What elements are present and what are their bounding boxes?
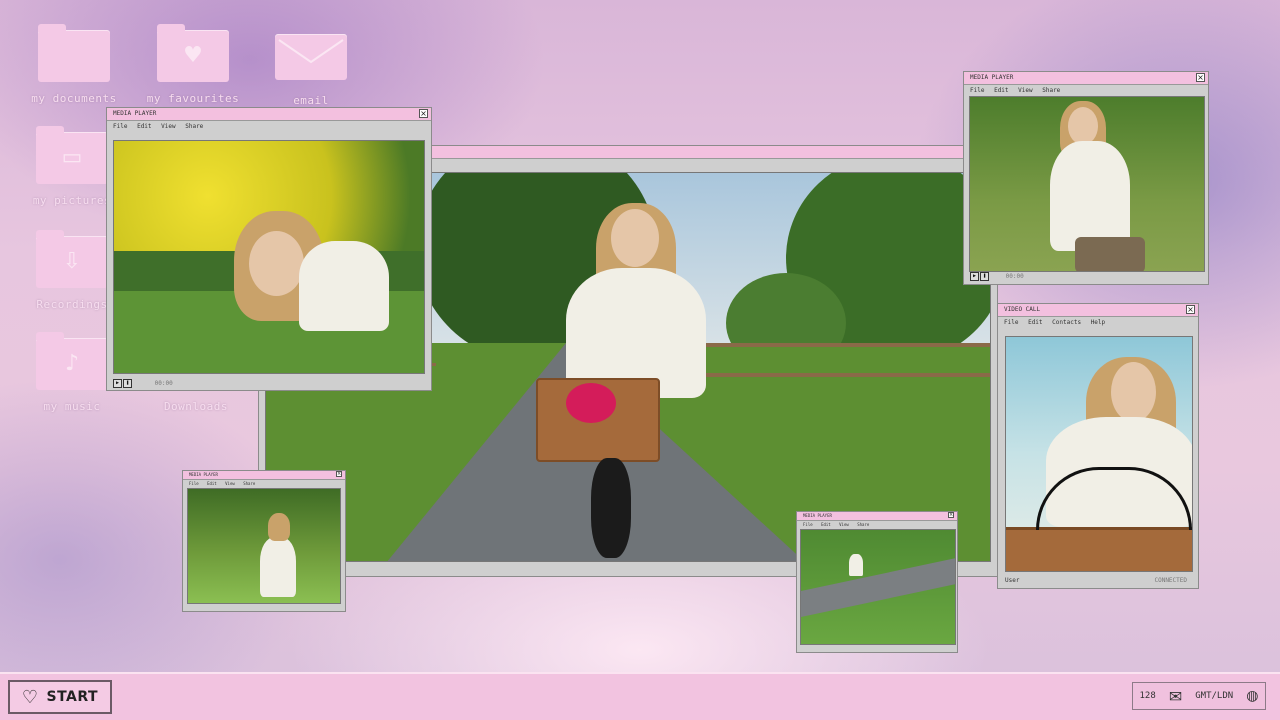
- window-title: VIDEO CALL: [1004, 306, 1041, 313]
- window-title: MEDIA PLAYER: [189, 472, 218, 477]
- notification-count: 128: [1139, 691, 1156, 701]
- face: [1068, 107, 1098, 145]
- call-status-label: CONNECTED: [1154, 577, 1187, 584]
- play-icon[interactable]: ▶: [970, 272, 979, 281]
- pause-icon[interactable]: ❚: [980, 272, 989, 281]
- menu-view[interactable]: View: [225, 481, 235, 486]
- white-dress: [1050, 141, 1130, 251]
- player-controls: ▶ ❚ 00:00: [113, 379, 173, 388]
- ribbon-bow: [566, 383, 616, 423]
- menu-share[interactable]: Share: [185, 123, 203, 130]
- close-button[interactable]: ×: [948, 512, 954, 518]
- menu-file[interactable]: File: [803, 522, 813, 527]
- music-folder-icon: ♪: [36, 332, 108, 390]
- window-titlebar[interactable]: VIDEO CALL ×: [998, 304, 1198, 317]
- menu-contacts[interactable]: Contacts: [1052, 319, 1081, 326]
- window-titlebar[interactable]: MEDIA PLAYER ×: [964, 72, 1208, 85]
- envelope-icon[interactable]: ✉: [1169, 687, 1182, 706]
- desktop-icon-label: email: [293, 94, 329, 107]
- video-call-window[interactable]: VIDEO CALL × File Edit Contacts Help Use…: [997, 303, 1199, 589]
- start-button[interactable]: ♡ START: [8, 680, 112, 714]
- face: [249, 231, 304, 296]
- video-call-screen[interactable]: [1005, 336, 1193, 572]
- window-title: MEDIA PLAYER: [803, 513, 832, 518]
- media-player-window-right[interactable]: MEDIA PLAYER × File Edit View Share ▶ ❚ 0…: [963, 71, 1209, 285]
- taskbar: ♡ START 128 ✉ GMT/LDN ◍: [0, 672, 1280, 720]
- menu-bar: File Edit Contacts Help: [998, 317, 1198, 328]
- menu-view[interactable]: View: [839, 522, 849, 527]
- menu-share[interactable]: Share: [857, 522, 869, 527]
- media-player-window[interactable]: MEDIA PLAYER × File Edit View Share ▶ ❚ 0…: [106, 107, 432, 391]
- timezone-label: GMT/LDN: [1195, 691, 1234, 701]
- close-button[interactable]: ×: [1186, 305, 1195, 314]
- close-button[interactable]: ×: [336, 471, 342, 477]
- video-screen[interactable]: [113, 140, 425, 374]
- menu-bar: File Edit View Share: [183, 480, 345, 487]
- fence-rail: [686, 373, 990, 377]
- menu-edit[interactable]: Edit: [1028, 319, 1042, 326]
- desktop-icon-label: my music: [43, 400, 101, 413]
- desktop-icon-label: my favourites: [146, 92, 240, 105]
- call-user-label: User: [1005, 577, 1020, 584]
- menu-edit[interactable]: Edit: [821, 522, 831, 527]
- desktop-icon-label: Downloads: [163, 400, 229, 413]
- desktop-icon-label: my documents: [31, 92, 117, 105]
- menu-help[interactable]: Help: [1091, 319, 1105, 326]
- face: [611, 209, 659, 267]
- video-screen[interactable]: [187, 488, 341, 604]
- globe-icon[interactable]: ◍: [1246, 688, 1258, 704]
- menu-share[interactable]: Share: [1042, 87, 1060, 94]
- play-icon[interactable]: ▶: [113, 379, 122, 388]
- player-controls: ▶ ❚ 00:00: [970, 272, 1024, 281]
- bike-basket: [1006, 527, 1192, 571]
- small-media-player-left[interactable]: MEDIA PLAYER × File Edit View Share: [182, 470, 346, 612]
- menu-view[interactable]: View: [161, 123, 175, 130]
- pause-icon[interactable]: ❚: [123, 379, 132, 388]
- tree-stump: [1075, 237, 1145, 271]
- cyclist: [849, 554, 863, 576]
- close-button[interactable]: ×: [419, 109, 428, 118]
- menu-file[interactable]: File: [1004, 319, 1018, 326]
- menu-bar: File Edit View Share: [107, 121, 431, 132]
- menu-edit[interactable]: Edit: [137, 123, 151, 130]
- desktop-icon-email[interactable]: email: [261, 34, 361, 107]
- desktop-icon-my-documents[interactable]: my documents: [24, 24, 124, 105]
- face: [1111, 362, 1156, 422]
- menu-bar: File Edit View Share: [797, 521, 957, 528]
- download-folder-icon: ⇩: [36, 230, 108, 288]
- menu-bar: File Edit View Share: [964, 85, 1208, 96]
- time-readout: 00:00: [154, 380, 173, 387]
- video-screen[interactable]: [800, 529, 956, 645]
- bike-wheel: [591, 458, 631, 558]
- system-tray: 128 ✉ GMT/LDN ◍: [1132, 682, 1266, 710]
- menu-file[interactable]: File: [113, 123, 127, 130]
- video-screen[interactable]: [969, 96, 1205, 272]
- window-titlebar[interactable]: MEDIA PLAYER ×: [107, 108, 431, 121]
- heart-folder-icon: ♥: [157, 24, 229, 82]
- fence-rail: [686, 343, 990, 347]
- white-shirt: [299, 241, 389, 331]
- window-titlebar[interactable]: MEDIA PLAYER ×: [183, 471, 345, 480]
- hair: [268, 513, 290, 541]
- call-status-bar: User CONNECTED: [1005, 577, 1191, 584]
- start-label: START: [46, 689, 99, 705]
- heart-icon: ♡: [21, 686, 39, 708]
- menu-file[interactable]: File: [189, 481, 199, 486]
- time-readout: 00:00: [1005, 273, 1024, 280]
- desktop-icon-my-favourites[interactable]: ♥ my favourites: [143, 24, 243, 105]
- window-titlebar[interactable]: MEDIA PLAYER ×: [797, 512, 957, 521]
- window-title: MEDIA PLAYER: [113, 110, 157, 117]
- window-title: MEDIA PLAYER: [970, 74, 1014, 81]
- menu-share[interactable]: Share: [243, 481, 255, 486]
- menu-edit[interactable]: Edit: [994, 87, 1008, 94]
- image-folder-icon: ▭: [36, 126, 108, 184]
- small-media-player-right[interactable]: MEDIA PLAYER × File Edit View Share: [796, 511, 958, 653]
- envelope-icon: [275, 34, 347, 80]
- menu-file[interactable]: File: [970, 87, 984, 94]
- folder-icon: [38, 24, 110, 82]
- close-button[interactable]: ×: [1196, 73, 1205, 82]
- menu-view[interactable]: View: [1018, 87, 1032, 94]
- white-dress: [260, 537, 296, 597]
- menu-edit[interactable]: Edit: [207, 481, 217, 486]
